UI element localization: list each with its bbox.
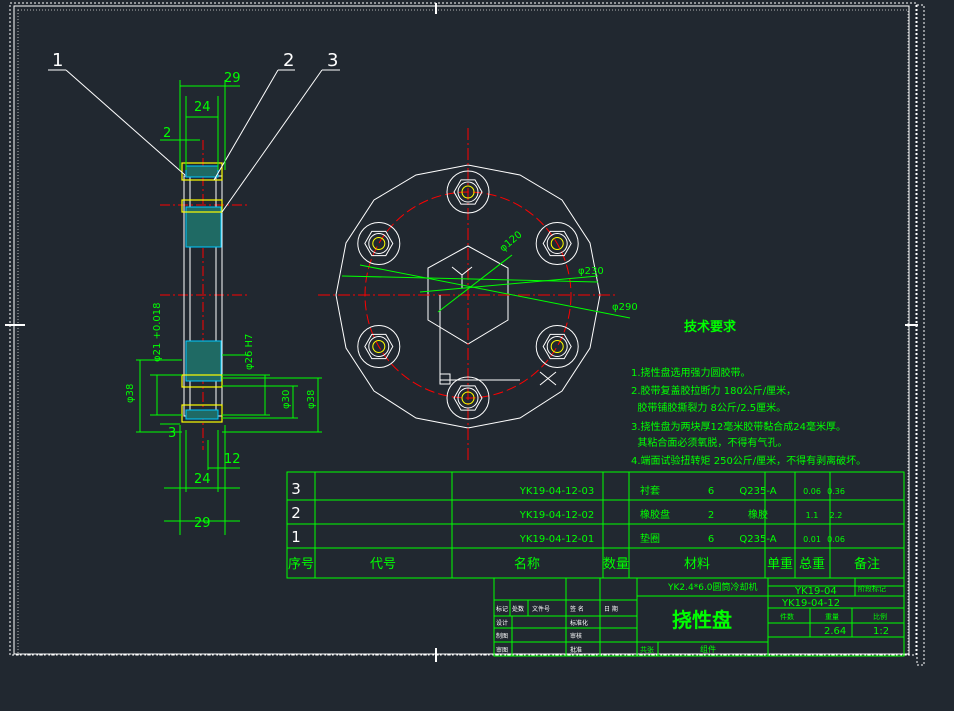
bom-header-cell: 总重 (799, 556, 825, 572)
dim-phi38-right: φ38 (306, 390, 317, 409)
bom-cell: 1.1 (806, 511, 819, 520)
tb-col-3: 文件号 (532, 605, 550, 613)
tech-req-line-2: 2.胶带复盖胶拉断力 180公斤/厘米， (631, 384, 796, 397)
tb-col-5: 日 期 (604, 605, 618, 613)
dim-3: 3 (168, 426, 176, 441)
bom-cell: YK19-04-12-01 (519, 534, 594, 545)
bom-header-cell: 序号 (288, 557, 314, 572)
bom-header-cell: 备注 (854, 556, 880, 572)
title-block: YK2.4*6.0圆筒冷却机 YK19-04 YK19-04-12 阶段标记 挠… (493, 577, 905, 657)
drawing-code: YK19-04 (794, 586, 837, 597)
bom-cell: 6 (708, 486, 714, 497)
tb-standard: 标准化 (570, 619, 588, 627)
tech-req-line-3: 胶带铺胶撕裂力 8公斤/2.5厘米。 (631, 401, 786, 414)
tb-col-4: 签 名 (570, 605, 584, 613)
callout-2: 2 (283, 50, 294, 71)
dim-24-top: 24 (194, 100, 211, 115)
dim-phi120: φ120 (498, 229, 525, 254)
dim-12: 12 (224, 452, 241, 467)
bom-cell: 衬套 (640, 484, 660, 497)
callout-1: 1 (52, 50, 63, 71)
cad-drawing-canvas: 29 24 2 12 24 29 3 φ21 +0.018 φ38 φ26 H7… (5, 2, 925, 666)
bolt-boss (535, 325, 579, 368)
bom-cell: 0.01 (803, 535, 821, 544)
bom-cell: 1 (291, 528, 301, 546)
bom-header-cell: 材料 (684, 557, 710, 572)
bolt-boss (357, 222, 401, 265)
tech-req-line-5: 其粘合面必须氧脱，不得有气孔。 (631, 436, 787, 449)
bom-cell: 橡胶盘 (640, 508, 670, 521)
sheet-label: 共张 (640, 645, 654, 654)
dim-phi30: φ30 (281, 390, 292, 409)
tech-req-line-4: 3.挠性盘为两块厚12毫米胶带黏合成24毫米厚。 (631, 420, 846, 433)
bom-cell: 0.36 (827, 487, 845, 496)
tech-req-line-1: 1.挠性盘选用强力圆胶带。 (631, 366, 751, 379)
bom-cell: 0.06 (827, 535, 845, 544)
dim-phi21: φ21 +0.018 (152, 302, 163, 362)
dim-phi230: φ230 (578, 266, 604, 277)
bom-cell: 3 (291, 480, 301, 498)
bolt-hole (546, 336, 568, 357)
bom-header-cell: 代号 (370, 557, 396, 572)
bom-cell: YK19-04-12-02 (519, 510, 594, 521)
bolt-hole (372, 237, 386, 250)
bom-header-cell: 数量 (603, 557, 629, 572)
bom-header-cell: 单重 (767, 556, 793, 572)
bom-cell: 6 (708, 534, 714, 545)
assembly-label: 组件 (700, 644, 716, 654)
dim-phi38-left: φ38 (125, 384, 136, 403)
dim-29-bot: 29 (194, 516, 211, 531)
scale-value: 1:2 (873, 626, 889, 637)
piece-label: 件数 (780, 612, 794, 621)
dim-phi290: φ290 (612, 302, 638, 313)
bom-cell: Q235-A (739, 534, 776, 545)
bom-cell: 垫圈 (640, 532, 660, 545)
tb-drawn: 制图 (496, 632, 508, 640)
bolt-hole (368, 233, 390, 254)
technical-requirements: 技术要求 1.挠性盘选用强力圆胶带。 2.胶带复盖胶拉断力 180公斤/厘米， … (631, 319, 866, 467)
tb-checked: 审核 (570, 632, 582, 640)
front-view: φ120 φ230 φ290 (318, 128, 638, 460)
tb-approve: 批准 (570, 646, 582, 654)
tech-req-line-6: 4.端面试验扭转矩 250公斤/厘米，不得有剥离破坏。 (631, 454, 866, 467)
dim-2: 2 (163, 126, 171, 141)
bolt-hole (550, 340, 564, 353)
dim-29-top: 29 (224, 71, 241, 86)
bom-header-cell: 名称 (514, 556, 540, 572)
bom-cell: 2 (291, 504, 301, 522)
bom-cell: YK19-04-12-03 (519, 486, 594, 497)
tb-col-2: 处数 (512, 605, 524, 613)
part-name: 挠性盘 (672, 608, 732, 632)
bill-of-materials: 序号 代号 名称 数量 材料 单重 总重 备注 3 YK19-04-12-03 衬套 6 Q235-A… (286, 471, 905, 579)
bom-cell: 0.06 (803, 487, 821, 496)
bom-cell: Q235-A (739, 486, 776, 497)
mass-value: 2.64 (824, 626, 846, 637)
tb-review: 审图 (496, 646, 508, 654)
callout-3: 3 (327, 50, 338, 71)
stage-mark: 阶段标记 (858, 584, 886, 593)
tech-req-title: 技术要求 (684, 319, 737, 335)
mass-label: 重量 (825, 613, 839, 621)
bom-cell: 橡胶 (748, 508, 768, 521)
dim-phi26: φ26 H7 (244, 334, 255, 370)
assembly-name: YK2.4*6.0圆筒冷却机 (667, 581, 758, 593)
scale-label: 比例 (873, 612, 887, 621)
side-view: 29 24 2 12 24 29 3 φ21 +0.018 φ38 φ26 H7… (48, 50, 340, 535)
tb-design: 设计 (496, 619, 508, 627)
dim-24-bot: 24 (194, 472, 211, 487)
bom-cell: 2.2 (830, 511, 843, 520)
bom-cell: 2 (708, 510, 714, 521)
part-code: YK19-04-12 (781, 598, 840, 609)
tb-col-1: 标记 (496, 605, 508, 613)
